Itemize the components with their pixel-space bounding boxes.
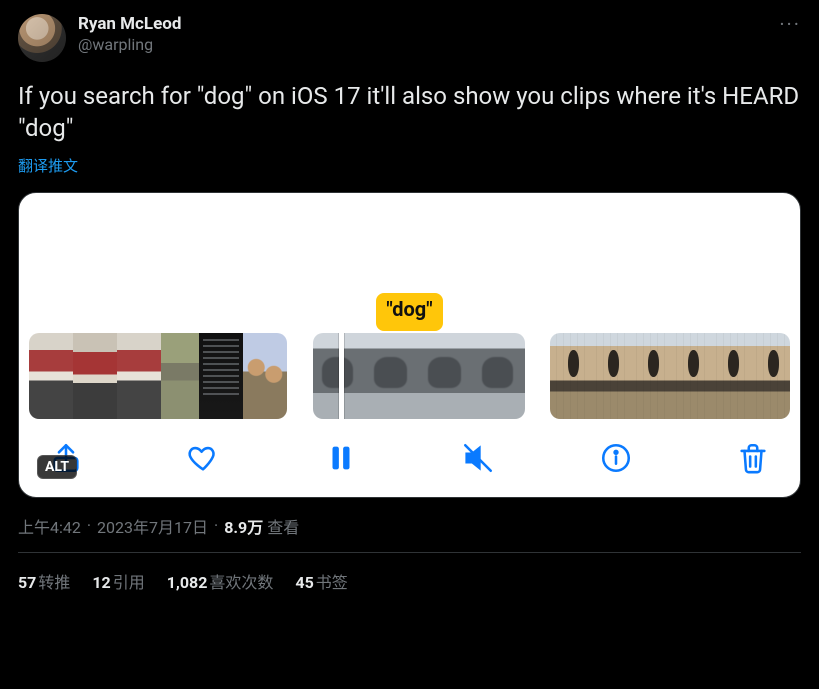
quotes[interactable]: 12引用	[92, 569, 144, 593]
clip-thumbnail[interactable]	[550, 333, 590, 419]
clip-thumbnail[interactable]	[630, 333, 670, 419]
tweet: Ryan McLeod @warpling ··· If you search …	[0, 0, 819, 593]
heart-icon[interactable]	[186, 441, 220, 475]
tweet-text: If you search for "dog" on iOS 17 it'll …	[18, 80, 801, 145]
tweet-header: Ryan McLeod @warpling ···	[18, 14, 801, 62]
search-term-bubble: "dog"	[376, 293, 442, 331]
tweet-time[interactable]: 上午4:42	[18, 514, 81, 538]
clip-thumbnail[interactable]	[670, 333, 710, 419]
clip-thumbnail[interactable]	[590, 333, 630, 419]
playhead[interactable]	[339, 333, 344, 419]
mute-icon[interactable]	[461, 441, 495, 475]
tooltip-row: "dog"	[27, 293, 792, 331]
alt-badge[interactable]: ALT	[37, 455, 77, 479]
tweet-stats: 57转推 12引用 1,082喜欢次数 45书签	[18, 553, 801, 593]
display-name[interactable]: Ryan McLeod	[78, 14, 181, 35]
avatar[interactable]	[18, 14, 66, 62]
clip-thumbnail[interactable]	[365, 333, 419, 419]
clip-thumbnail[interactable]	[710, 333, 750, 419]
clip-thumbnail[interactable]	[473, 333, 525, 419]
bookmarks[interactable]: 45书签	[295, 569, 347, 593]
more-icon[interactable]: ···	[779, 12, 801, 36]
clip-thumbnail[interactable]	[117, 333, 161, 419]
views-label: 查看	[267, 514, 299, 538]
clip-group-2[interactable]	[313, 333, 525, 419]
clip-thumbnail[interactable]	[243, 333, 287, 419]
clip-thumbnail[interactable]	[419, 333, 473, 419]
clip-thumbnail[interactable]	[199, 333, 243, 419]
clip-thumbnail[interactable]	[73, 333, 117, 419]
info-icon[interactable]	[599, 441, 633, 475]
clip-thumbnail[interactable]	[29, 333, 73, 419]
tweet-date[interactable]: 2023年7月17日	[97, 514, 208, 538]
views-count: 8.9万	[224, 514, 263, 538]
clip-group-1[interactable]	[29, 333, 287, 419]
retweets[interactable]: 57转推	[18, 569, 70, 593]
likes[interactable]: 1,082喜欢次数	[167, 569, 274, 593]
clip-thumbnail[interactable]	[161, 333, 199, 419]
media-card[interactable]: "dog"	[18, 192, 801, 498]
video-timeline[interactable]	[27, 333, 792, 419]
trash-icon[interactable]	[736, 441, 770, 475]
media-whitespace	[27, 207, 792, 293]
clip-group-3[interactable]	[550, 333, 790, 419]
translate-link[interactable]: 翻译推文	[18, 155, 801, 176]
user-block: Ryan McLeod @warpling	[78, 14, 181, 55]
clip-thumbnail[interactable]	[750, 333, 790, 419]
handle[interactable]: @warpling	[78, 35, 181, 55]
separator: ·	[85, 516, 93, 535]
pause-icon[interactable]	[324, 441, 358, 475]
tweet-meta: 上午4:42 · 2023年7月17日 · 8.9万 查看	[18, 514, 801, 538]
separator: ·	[212, 516, 220, 535]
media-toolbar	[27, 419, 792, 481]
